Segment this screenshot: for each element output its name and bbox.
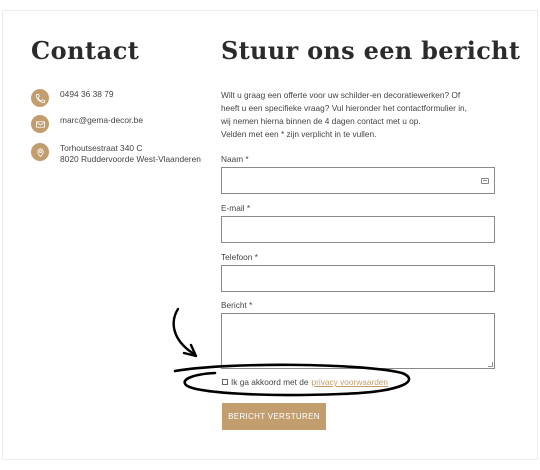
name-label: Naam *: [221, 154, 249, 164]
form-heading: Stuur ons een bericht: [221, 36, 521, 65]
email-input[interactable]: [221, 216, 495, 243]
phone-input[interactable]: [221, 265, 495, 292]
submit-button[interactable]: BERICHT VERSTUREN: [222, 403, 326, 430]
contact-heading: Contact: [31, 36, 140, 65]
form-intro-line: wij nemen hierna binnen de 4 dagen conta…: [221, 116, 421, 126]
location-pin-icon: [31, 143, 49, 161]
consent-checkbox[interactable]: [222, 379, 228, 385]
contact-phone-text: 0494 36 38 79: [60, 89, 114, 99]
consent-text: Ik ga akkoord met de: [231, 377, 309, 387]
form-intro-line: heeft u een specifieke vraag? Vul hieron…: [221, 103, 467, 113]
mail-icon: [31, 115, 49, 133]
contact-email[interactable]: marc@gema-decor.be: [31, 115, 143, 133]
contact-address: Torhoutsestraat 340 C 8020 Ruddervoorde …: [31, 143, 201, 165]
contact-address-street: Torhoutsestraat 340 C: [60, 143, 143, 153]
phone-label: Telefoon *: [221, 252, 258, 262]
consent-row: Ik ga akkoord met de privacy voorwaarden: [222, 377, 388, 387]
contact-address-city: 8020 Ruddervoorde West-Vlaanderen: [60, 154, 201, 164]
form-intro-line: Wilt u graag een offerte voor uw schilde…: [221, 90, 461, 100]
form-intro-line: Velden met een * zijn verplicht in te vu…: [221, 129, 377, 139]
name-input[interactable]: [221, 167, 495, 194]
message-textarea[interactable]: [221, 313, 495, 369]
phone-icon: [31, 89, 49, 107]
email-label: E-mail *: [221, 203, 251, 213]
message-label: Bericht *: [221, 300, 253, 310]
privacy-link[interactable]: privacy voorwaarden: [311, 377, 388, 387]
contact-email-text: marc@gema-decor.be: [60, 115, 143, 125]
form-intro: Wilt u graag een offerte voor uw schilde…: [221, 89, 506, 141]
contact-phone[interactable]: 0494 36 38 79: [31, 89, 114, 107]
resize-handle-icon[interactable]: [488, 362, 493, 367]
autofill-card-icon[interactable]: [481, 178, 489, 184]
